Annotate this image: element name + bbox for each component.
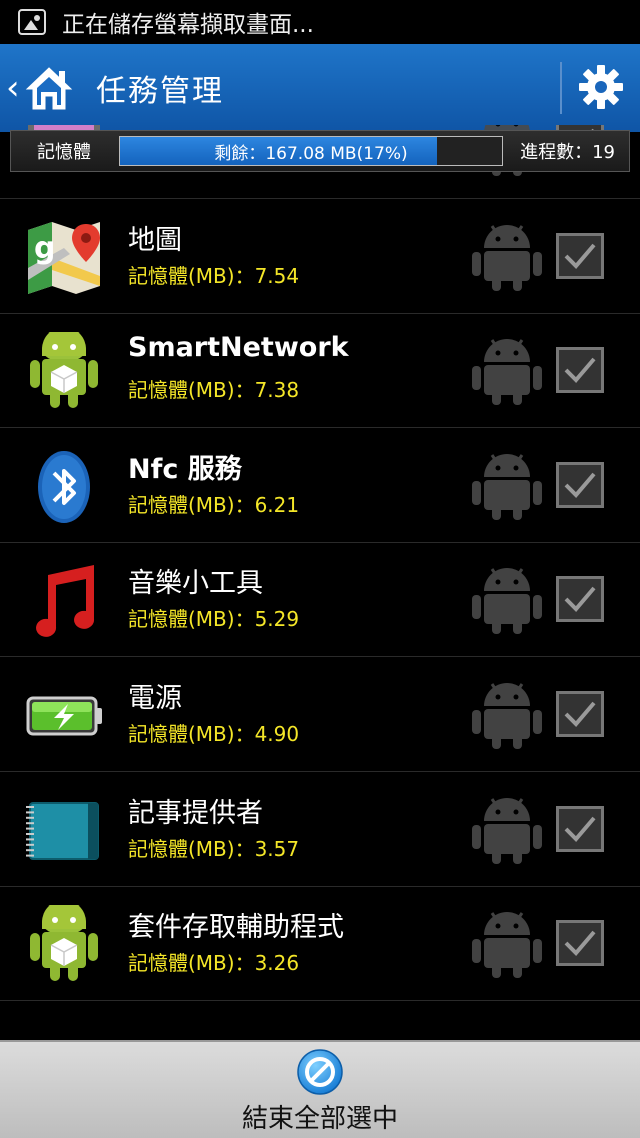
app-name: 套件存取輔助程式 xyxy=(128,912,344,944)
memory-label: 記憶體 xyxy=(37,142,91,163)
process-count: 進程數：19 xyxy=(520,142,615,163)
app-memory: 記憶體(MB)：7.38 xyxy=(128,378,300,403)
svg-text:g: g xyxy=(34,231,55,266)
app-name: 地圖 xyxy=(128,224,182,256)
process-row[interactable]: g 地圖記憶體(MB)：7.54 xyxy=(0,200,640,314)
back-chevron-icon[interactable]: ‹ xyxy=(6,71,20,105)
gear-icon[interactable] xyxy=(578,64,624,110)
app-memory: 記憶體(MB)：4.90 xyxy=(128,722,300,746)
android-box-icon xyxy=(24,327,104,412)
select-checkbox[interactable] xyxy=(556,576,604,623)
process-list[interactable]: 記憶體(MB)：8.07g地圖記憶體(MB)：7.54SmartNetwork記… xyxy=(0,125,640,1040)
android-ignore-icon[interactable] xyxy=(468,795,546,865)
maps-icon: g xyxy=(24,218,104,298)
app-memory: 記憶體(MB)：7.54 xyxy=(128,263,300,288)
process-row[interactable]: 音樂小工具記憶體(MB)：5.29 xyxy=(0,543,640,658)
android-ignore-icon[interactable] xyxy=(468,336,546,406)
end-all-selected-button[interactable]: 結束全部選中 xyxy=(0,1040,640,1138)
select-checkbox[interactable] xyxy=(556,691,604,737)
music-note-icon xyxy=(24,561,104,641)
app-memory: 記憶體(MB)：3.57 xyxy=(128,836,300,861)
android-ignore-icon[interactable] xyxy=(468,680,546,750)
process-row[interactable]: 套件存取輔助程式記憶體(MB)：3.26 xyxy=(0,887,640,1002)
app-memory: 記憶體(MB)：3.26 xyxy=(128,951,300,976)
select-checkbox[interactable] xyxy=(556,805,604,852)
bluetooth-icon xyxy=(24,447,104,527)
stop-icon xyxy=(296,1048,344,1096)
memory-summary: 記憶體 剩餘：167.08 MB(17%) 進程數：19 xyxy=(10,130,630,172)
select-checkbox[interactable] xyxy=(556,461,604,508)
android-ignore-icon[interactable] xyxy=(468,451,546,521)
home-icon[interactable] xyxy=(24,63,74,113)
android-box-icon xyxy=(24,900,104,985)
page-title: 任務管理 xyxy=(96,74,224,109)
process-row[interactable]: Nfc 服務記憶體(MB)：6.21 xyxy=(0,429,640,543)
memory-remaining-text: 剩餘：167.08 MB(17%) xyxy=(214,143,408,164)
app-name: SmartNetwork xyxy=(128,332,349,364)
end-all-selected-label: 結束全部選中 xyxy=(241,1104,398,1134)
app-memory: 記憶體(MB)：6.21 xyxy=(128,492,300,517)
select-checkbox[interactable] xyxy=(556,347,604,394)
memory-progress-bar: 剩餘：167.08 MB(17%) xyxy=(119,136,503,166)
select-checkbox[interactable] xyxy=(556,232,604,279)
app-name: 音樂小工具 xyxy=(128,568,263,600)
select-checkbox[interactable] xyxy=(556,920,604,967)
status-text: 正在儲存螢幕擷取畫面... xyxy=(62,12,314,38)
app-name: 電源 xyxy=(128,683,182,714)
android-ignore-icon[interactable] xyxy=(468,565,546,635)
process-row[interactable]: 電源記憶體(MB)：4.90 xyxy=(0,658,640,772)
android-ignore-icon[interactable] xyxy=(468,909,546,979)
action-bar-divider xyxy=(560,62,562,114)
process-row[interactable]: 記事提供者記憶體(MB)：3.57 xyxy=(0,773,640,887)
android-ignore-icon[interactable] xyxy=(468,222,546,292)
screenshot-icon xyxy=(18,9,46,35)
app-name: 記事提供者 xyxy=(128,797,263,829)
app-name: Nfc 服務 xyxy=(128,453,242,485)
action-bar: ‹ 任務管理 xyxy=(0,44,640,132)
process-row[interactable]: SmartNetwork 記憶體(MB)：7.38 xyxy=(0,314,640,429)
battery-icon xyxy=(24,676,104,756)
app-memory: 記憶體(MB)：5.29 xyxy=(128,607,300,632)
notebook-icon xyxy=(24,791,104,871)
status-bar: 正在儲存螢幕擷取畫面... xyxy=(0,0,640,44)
